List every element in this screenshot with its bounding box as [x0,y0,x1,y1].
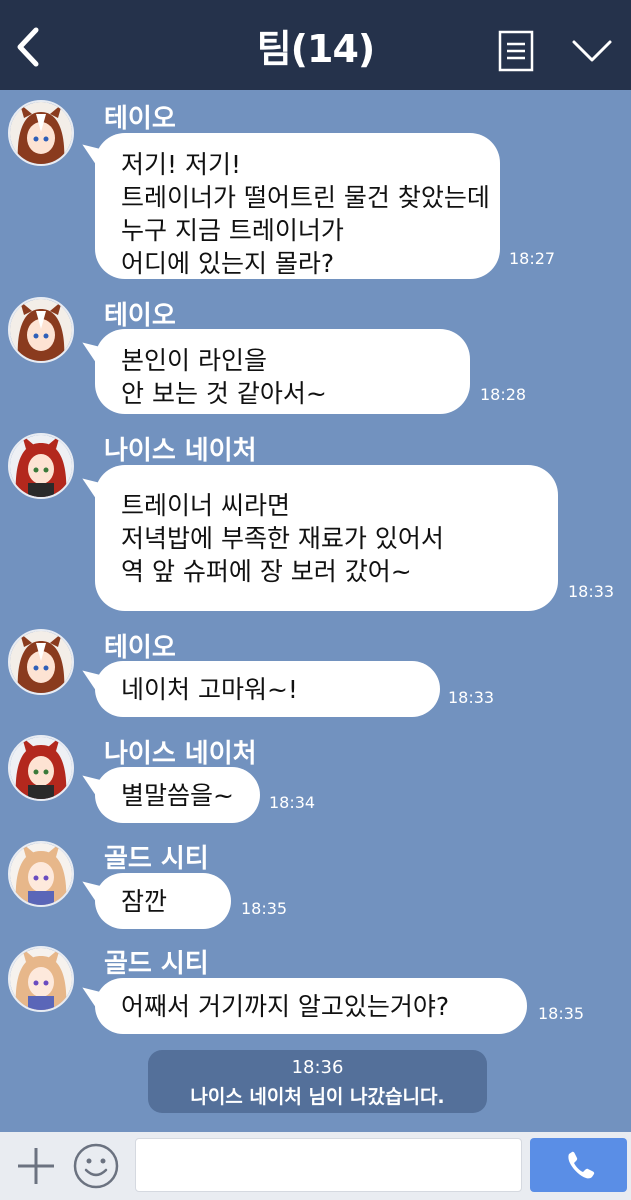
message-time: 18:27 [509,249,556,268]
plus-icon [18,1148,54,1184]
avatar[interactable] [8,629,74,695]
notice-text: 나이스 네이처 님이 나갔습니다. [190,1086,445,1108]
avatar[interactable] [8,735,74,801]
message-time: 18:35 [538,1004,585,1023]
message-bubble[interactable]: 어째서 거기까지 알고있는거야? [95,978,527,1034]
teio-avatar-icon [10,102,72,164]
message-time: 18:34 [269,793,316,812]
city-avatar-icon [10,843,72,905]
message-line: 누구 지금 트레이너가 [121,216,344,245]
chat-header: 팀(14) [0,0,631,90]
message-line: 네이처 고마워~! [121,675,298,704]
teio-avatar-icon [10,631,72,693]
message-bubble[interactable]: 저기! 저기! 트레이너가 떨어트린 물건 찾았는데 누구 지금 트레이너가 어… [95,133,500,279]
message-line: 별말씀을~ [121,781,234,810]
sender-name: 나이스 네이처 [104,436,257,466]
message-line: 저기! 저기! [121,150,241,179]
message-bubble[interactable]: 네이처 고마워~! [95,661,440,717]
emoji-button[interactable] [72,1142,120,1190]
sender-name: 테이오 [104,104,176,134]
message-time: 18:28 [480,385,527,404]
message-bubble[interactable]: 별말씀을~ [95,767,260,823]
message-line: 잠깐 [121,887,168,916]
message-bubble[interactable]: 트레이너 씨라면 저녁밥에 부족한 재료가 있어서 역 앞 슈퍼에 장 보러 갔… [95,465,558,611]
message-bubble[interactable]: 잠깐 [95,873,231,929]
message-line: 저녁밥에 부족한 재료가 있어서 [121,524,444,553]
message-line: 트레이너 씨라면 [121,491,290,520]
avatar[interactable] [8,946,74,1012]
sender-name: 골드 시티 [104,844,209,874]
sender-name: 테이오 [104,633,176,663]
message-time: 18:33 [448,688,495,707]
nature-avatar-icon [10,737,72,799]
system-notice: 18:36 나이스 네이처 님이 나갔습니다. [148,1050,487,1113]
message-line: 역 앞 슈퍼에 장 보러 갔어~ [121,557,412,586]
sender-name: 골드 시티 [104,949,209,979]
message-input[interactable] [135,1138,522,1192]
message-line: 어째서 거기까지 알고있는거야? [121,992,450,1021]
collapse-button[interactable] [570,36,614,66]
avatar[interactable] [8,841,74,907]
add-button[interactable] [14,1144,58,1188]
chat-title: 팀(14) [256,27,376,71]
avatar[interactable] [8,297,74,363]
message-line: 본인이 라인을 [121,346,267,375]
message-time: 18:33 [568,582,615,601]
city-avatar-icon [10,948,72,1010]
input-bar [0,1132,631,1200]
message-bubble[interactable]: 본인이 라인을 안 보는 것 같아서~ [95,329,470,414]
message-time: 18:35 [241,899,288,918]
chevron-down-icon [572,40,612,62]
message-line: 안 보는 것 같아서~ [121,379,327,408]
notice-time: 18:36 [291,1057,344,1078]
message-line: 어디에 있는지 몰라? [121,249,335,278]
call-button[interactable] [530,1138,627,1192]
phone-icon [568,1151,595,1179]
sender-name: 테이오 [104,301,176,331]
teio-avatar-icon [10,299,72,361]
sender-name: 나이스 네이처 [104,739,257,769]
document-icon [498,30,534,72]
nature-avatar-icon [10,435,72,497]
message-line: 트레이너가 떨어트린 물건 찾았는데 [121,183,490,212]
avatar[interactable] [8,100,74,166]
avatar[interactable] [8,433,74,499]
emoji-icon [73,1143,119,1189]
menu-button[interactable] [498,30,534,72]
